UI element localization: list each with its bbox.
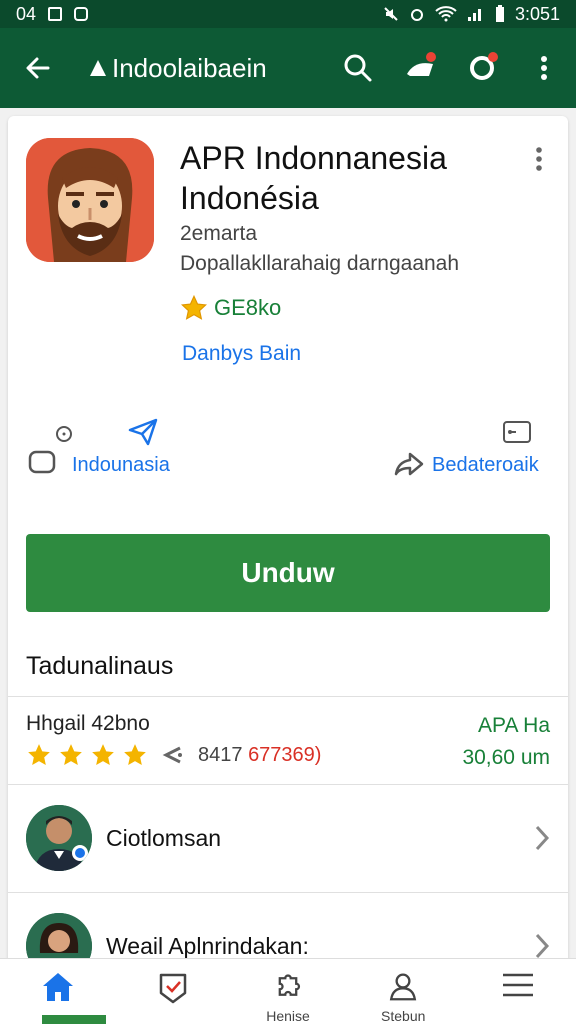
chevron-right-icon <box>535 825 550 851</box>
puzzle-icon <box>278 974 301 996</box>
wifi-icon <box>435 6 457 22</box>
menu-icon <box>503 973 534 997</box>
language-info[interactable]: Indounasia <box>24 416 224 486</box>
status-left-text: 04 <box>16 3 37 24</box>
search-button[interactable] <box>340 50 376 86</box>
search-icon <box>344 54 372 82</box>
review-stars: 8417 677369) <box>26 742 321 768</box>
list-item-label: Ciotlomsan <box>106 824 222 851</box>
star-icon <box>60 744 82 765</box>
mute-icon <box>384 7 398 21</box>
chat-bubble-icon <box>28 450 56 474</box>
language-label: Indounasia <box>72 454 170 476</box>
app-detail-card: APR Indonnanesia Indonésia 2emarta Dopal… <box>8 116 568 976</box>
star-icon <box>28 744 50 765</box>
check-badge-icon <box>159 973 187 1004</box>
back-button[interactable] <box>20 50 56 86</box>
library-button[interactable] <box>402 50 438 86</box>
review-count: 8417 677369) <box>198 744 321 767</box>
review-summary-label: Hhgail 42bno <box>26 712 150 735</box>
arrow-left-icon <box>26 57 50 79</box>
signal-icon <box>467 9 481 21</box>
home-icon <box>42 973 73 1001</box>
status-bar: 04 3:051 <box>0 0 576 28</box>
nav-label: Stebun <box>381 1008 426 1024</box>
category-link[interactable]: Danbys Bain <box>182 342 301 366</box>
section-title: Tadunalinaus <box>26 652 174 680</box>
star-icon <box>181 294 207 320</box>
alarm-icon <box>410 9 423 21</box>
app-options-button[interactable] <box>524 144 554 174</box>
star-icon <box>124 744 146 765</box>
home-active-indicator <box>42 1015 106 1024</box>
ads-label: APA Ha <box>478 714 550 737</box>
more-vert-icon <box>541 56 547 80</box>
app-subtitle: Dopallakllarahaig darngaanah <box>180 252 460 275</box>
overflow-menu-button[interactable] <box>526 50 562 86</box>
share-icon <box>394 452 424 476</box>
app-icon <box>26 138 154 262</box>
battery-icon <box>495 5 504 22</box>
app-bar: Indoolaibaein <box>0 28 576 108</box>
account-button[interactable] <box>464 50 500 86</box>
list-item[interactable]: Ciotlomsan <box>8 785 568 891</box>
rating-text: GE8ko <box>214 295 282 320</box>
send-icon <box>128 418 158 446</box>
person-icon <box>390 973 417 1001</box>
share-label: Bedateroaik <box>432 454 539 476</box>
star-icon <box>92 744 114 765</box>
app-notification-icon <box>74 7 89 21</box>
nav-label: Henise <box>266 1008 310 1024</box>
rating-badge: GE8ko <box>180 294 281 322</box>
review-count-main: 8417 <box>198 743 243 766</box>
nav-games[interactable]: Henise <box>230 959 345 1024</box>
man-avatar-icon <box>26 805 92 871</box>
chevron-right-icon <box>535 933 550 959</box>
divider <box>8 696 568 697</box>
page-title: Indoolaibaein <box>88 53 267 84</box>
nav-verified[interactable] <box>115 959 230 1024</box>
trend-icon <box>162 746 182 764</box>
notification-icon <box>48 7 63 21</box>
library-notification-dot <box>426 52 436 62</box>
review-count-highlight: 677369) <box>248 743 322 766</box>
card-icon <box>503 421 531 443</box>
app-name: APR Indonnanesia Indonésia <box>180 140 447 216</box>
list-item-label: Weail Aplnrindakan: <box>106 932 309 959</box>
status-time: 3:051 <box>514 3 560 24</box>
ads-value: 30,60 um <box>462 746 550 769</box>
install-button[interactable]: Unduw <box>26 534 550 612</box>
avatar <box>26 805 92 871</box>
nav-profile[interactable]: Stebun <box>346 959 461 1024</box>
bearded-man-icon <box>26 138 154 262</box>
developer-name[interactable]: 2emarta <box>180 222 257 246</box>
more-vert-icon <box>536 147 542 171</box>
clock-icon <box>56 426 72 442</box>
page-title-text: Indoolaibaein <box>112 52 267 83</box>
star-rating <box>26 742 148 768</box>
nav-menu[interactable] <box>461 959 576 1024</box>
share-info[interactable]: Bedateroaik <box>388 416 558 486</box>
account-notification-dot <box>488 52 498 62</box>
store-icon <box>90 60 106 76</box>
